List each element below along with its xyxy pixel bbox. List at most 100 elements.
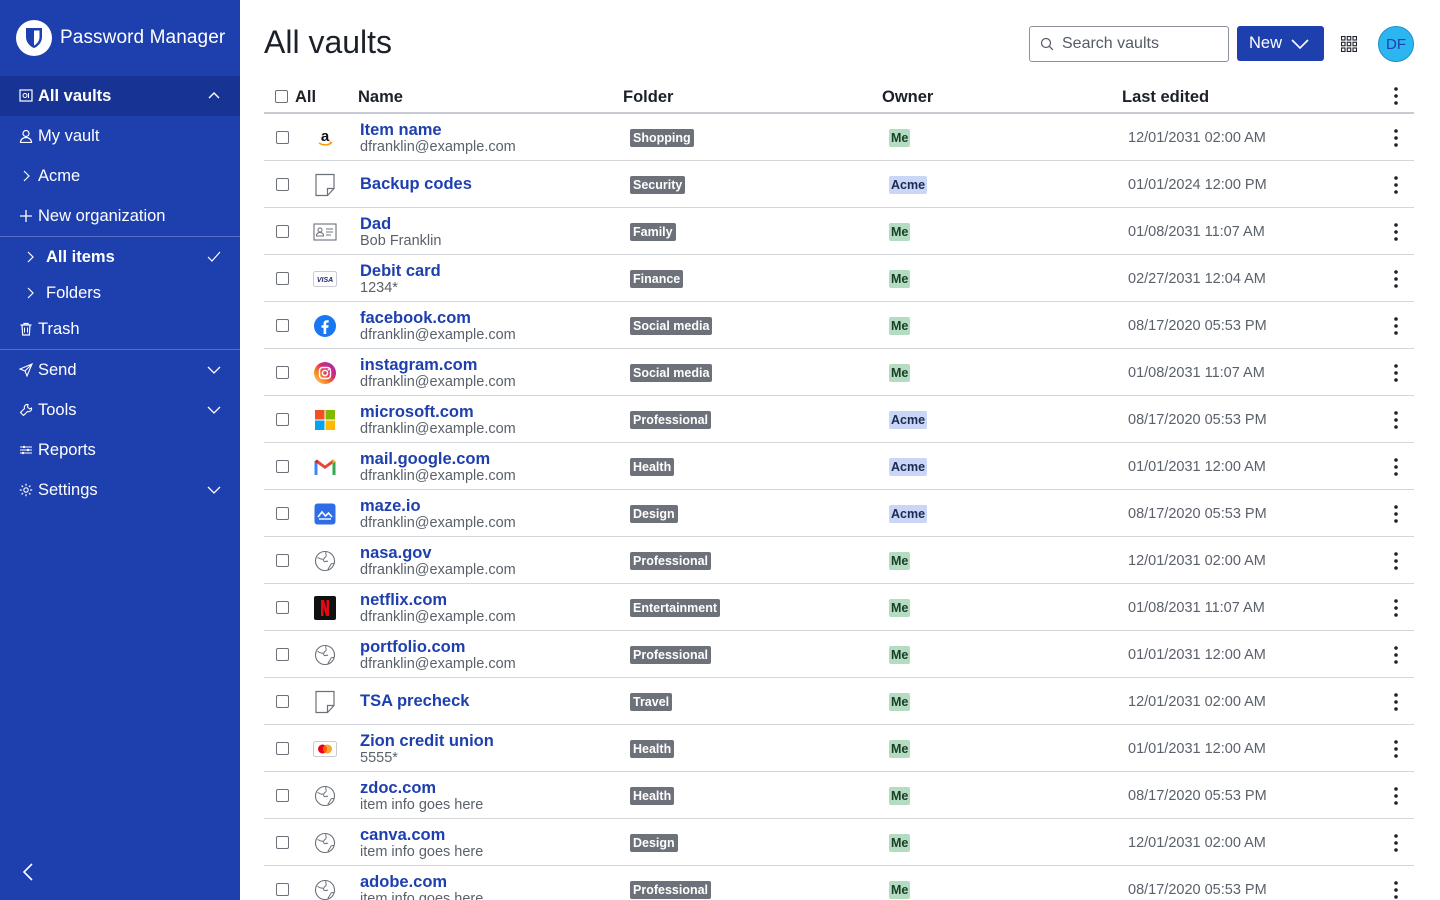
sidebar-item-all-vaults[interactable]: All vaults xyxy=(0,76,240,116)
kebab-menu-icon[interactable] xyxy=(1390,645,1402,665)
table-row[interactable]: nasa.gov dfranklin@example.com Professiona… xyxy=(264,537,1414,584)
row-checkbox[interactable] xyxy=(276,789,289,802)
last-edited: 12/01/2031 02:00 AM xyxy=(1128,694,1266,710)
sidebar-item-tools[interactable]: Tools xyxy=(0,390,240,430)
owner-badge: Me xyxy=(889,599,911,617)
item-name-link[interactable]: maze.io xyxy=(360,497,421,515)
table-row[interactable]: maze.io dfranklin@example.com Design Acme 08… xyxy=(264,490,1414,537)
table-row[interactable]: canva.com item info goes here Design Me 12/0… xyxy=(264,819,1414,866)
sidebar-item-all-items[interactable]: All items xyxy=(0,239,240,275)
kebab-menu-icon[interactable] xyxy=(1390,551,1402,571)
kebab-menu-icon[interactable] xyxy=(1390,692,1402,712)
folder-badge: Security xyxy=(630,176,686,194)
kebab-menu-icon[interactable] xyxy=(1390,363,1402,383)
item-name-link[interactable]: canva.com xyxy=(360,826,445,844)
search-box[interactable] xyxy=(1029,26,1229,62)
item-name-link[interactable]: mail.google.com xyxy=(360,450,490,468)
item-name-link[interactable]: microsoft.com xyxy=(360,403,474,421)
row-checkbox[interactable] xyxy=(276,131,289,144)
item-name-link[interactable]: facebook.com xyxy=(360,309,471,327)
select-all-checkbox[interactable] xyxy=(275,90,288,103)
kebab-menu-icon[interactable] xyxy=(1390,410,1402,430)
kebab-menu-icon[interactable] xyxy=(1390,457,1402,477)
sidebar-item-reports[interactable]: Reports xyxy=(0,430,240,470)
row-checkbox[interactable] xyxy=(276,366,289,379)
item-name-link[interactable]: Backup codes xyxy=(360,175,472,193)
table-row[interactable]: zdoc.com item info goes here Health Me 08/17… xyxy=(264,772,1414,819)
row-checkbox[interactable] xyxy=(276,883,289,896)
kebab-menu-icon[interactable] xyxy=(1390,128,1402,148)
table-row[interactable]: microsoft.com dfranklin@example.com Profes… xyxy=(264,396,1414,443)
owner-badge: Me xyxy=(889,834,911,852)
chevron-down-icon xyxy=(1291,38,1309,49)
kebab-menu-icon[interactable] xyxy=(1390,880,1402,900)
item-name-link[interactable]: adobe.com xyxy=(360,873,447,891)
avatar[interactable]: DF xyxy=(1378,26,1414,62)
table-row[interactable]: Dad Bob Franklin Family Me 01/08/2031 11:07 … xyxy=(264,208,1414,255)
table-row[interactable]: portfolio.com dfranklin@example.com Profes… xyxy=(264,631,1414,678)
row-checkbox[interactable] xyxy=(276,272,289,285)
row-checkbox[interactable] xyxy=(276,460,289,473)
row-checkbox[interactable] xyxy=(276,319,289,332)
kebab-menu-icon[interactable] xyxy=(1390,504,1402,524)
kebab-menu-icon[interactable] xyxy=(1390,739,1402,759)
table-row[interactable]: instagram.com dfranklin@example.com Social… xyxy=(264,349,1414,396)
row-checkbox[interactable] xyxy=(276,601,289,614)
collapse-sidebar-icon[interactable] xyxy=(18,860,38,884)
sidebar-item-label: All vaults xyxy=(38,86,112,105)
last-edited: 08/17/2020 05:53 PM xyxy=(1128,412,1267,428)
sidebar-item-settings[interactable]: Settings xyxy=(0,470,240,510)
sidebar-item-trash[interactable]: Trash xyxy=(0,311,240,347)
table-row[interactable]: Backup codes Security Acme 01/01/2024 12:00… xyxy=(264,161,1414,208)
row-checkbox[interactable] xyxy=(276,225,289,238)
new-button[interactable]: New xyxy=(1237,26,1324,61)
table-row[interactable]: netflix.com dfranklin@example.com Entertai… xyxy=(264,584,1414,631)
item-name-link[interactable]: nasa.gov xyxy=(360,544,432,562)
kebab-menu-icon[interactable] xyxy=(1390,316,1402,336)
kebab-menu-icon[interactable] xyxy=(1390,269,1402,289)
sidebar-item-folders[interactable]: Folders xyxy=(0,275,240,311)
app-switcher-icon[interactable] xyxy=(1341,36,1357,52)
row-checkbox[interactable] xyxy=(276,178,289,191)
sidebar-item-new-organization[interactable]: New organization xyxy=(0,196,240,236)
row-checkbox[interactable] xyxy=(276,554,289,567)
row-checkbox[interactable] xyxy=(276,836,289,849)
item-name-link[interactable]: zdoc.com xyxy=(360,779,436,797)
kebab-menu-icon[interactable] xyxy=(1390,175,1402,195)
kebab-menu-icon[interactable] xyxy=(1390,786,1402,806)
column-header-owner[interactable]: Owner xyxy=(882,88,933,107)
item-name-link[interactable]: Dad xyxy=(360,215,391,233)
sidebar-item-send[interactable]: Send xyxy=(0,350,240,390)
column-header-folder[interactable]: Folder xyxy=(623,88,673,107)
gmail-icon xyxy=(313,455,337,479)
table-row[interactable]: VISA Debit card 1234* Finance Me 02/27/2031 1… xyxy=(264,255,1414,302)
brand[interactable]: Password Manager xyxy=(0,0,240,76)
row-checkbox[interactable] xyxy=(276,695,289,708)
table-row[interactable]: adobe.com item info goes here Professional… xyxy=(264,866,1414,900)
column-header-last-edited[interactable]: Last edited xyxy=(1122,88,1209,107)
kebab-menu-icon[interactable] xyxy=(1390,222,1402,242)
table-row[interactable]: facebook.com dfranklin@example.com Social … xyxy=(264,302,1414,349)
table-row[interactable]: Zion credit union 5555* Health Me 01/01/2031… xyxy=(264,725,1414,772)
row-checkbox[interactable] xyxy=(276,413,289,426)
search-input[interactable] xyxy=(1062,35,1222,53)
item-name-link[interactable]: Zion credit union xyxy=(360,732,494,750)
kebab-menu-icon[interactable] xyxy=(1390,833,1402,853)
table-row[interactable]: TSA precheck Travel Me 12/01/2031 02:00 AM xyxy=(264,678,1414,725)
kebab-menu-icon[interactable] xyxy=(1390,598,1402,618)
row-checkbox[interactable] xyxy=(276,742,289,755)
item-name-link[interactable]: TSA precheck xyxy=(360,692,469,710)
row-checkbox[interactable] xyxy=(276,648,289,661)
item-name-link[interactable]: instagram.com xyxy=(360,356,477,374)
item-name-link[interactable]: Debit card xyxy=(360,262,441,280)
row-checkbox[interactable] xyxy=(276,507,289,520)
sidebar-item-acme[interactable]: Acme xyxy=(0,156,240,196)
item-name-link[interactable]: portfolio.com xyxy=(360,638,465,656)
sidebar-item-my-vault[interactable]: My vault xyxy=(0,116,240,156)
column-header-name[interactable]: Name xyxy=(358,88,403,107)
item-name-link[interactable]: Item name xyxy=(360,121,442,139)
table-row[interactable]: a Item name dfranklin@example.com Shopping M… xyxy=(264,114,1414,161)
table-row[interactable]: mail.google.com dfranklin@example.com Heal… xyxy=(264,443,1414,490)
item-name-link[interactable]: netflix.com xyxy=(360,591,447,609)
kebab-menu-icon[interactable] xyxy=(1390,86,1402,106)
